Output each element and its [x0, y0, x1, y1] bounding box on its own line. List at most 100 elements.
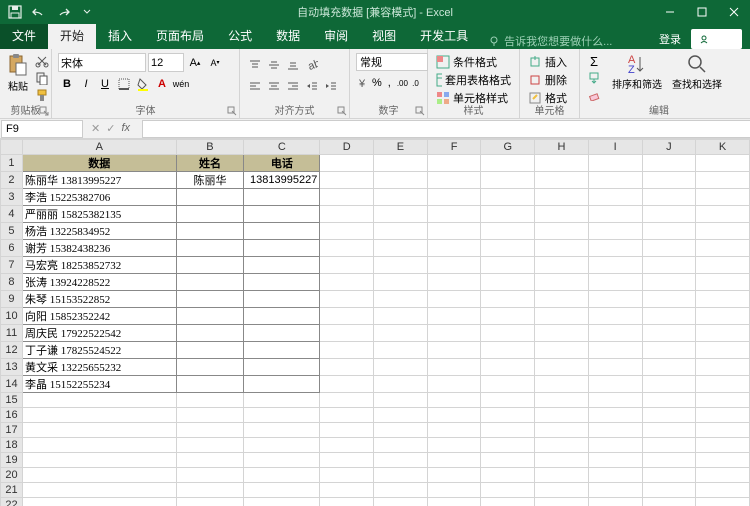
share-button[interactable]: 共享: [691, 29, 742, 49]
cell-J12[interactable]: [642, 342, 696, 359]
select-all-corner[interactable]: [1, 140, 23, 155]
cell-K18[interactable]: [696, 438, 750, 453]
cell-A19[interactable]: [22, 453, 176, 468]
cell-H1[interactable]: [535, 155, 589, 172]
cut-button[interactable]: [34, 53, 50, 69]
border-button[interactable]: [115, 75, 133, 93]
cell-C3[interactable]: [244, 189, 320, 206]
cell-G14[interactable]: [481, 376, 535, 393]
tab-review[interactable]: 审阅: [312, 23, 360, 49]
cell-I6[interactable]: [588, 240, 642, 257]
cell-B1[interactable]: 姓名: [176, 155, 244, 172]
cell-C9[interactable]: [244, 291, 320, 308]
cell-H19[interactable]: [535, 453, 589, 468]
cell-K2[interactable]: [696, 172, 750, 189]
cancel-formula-button[interactable]: ✕: [91, 122, 100, 135]
cell-C20[interactable]: [244, 468, 320, 483]
column-header-D[interactable]: D: [320, 140, 374, 155]
cell-F2[interactable]: [427, 172, 481, 189]
column-header-A[interactable]: A: [22, 140, 176, 155]
cell-C8[interactable]: [244, 274, 320, 291]
tab-view[interactable]: 视图: [360, 23, 408, 49]
cell-J11[interactable]: [642, 325, 696, 342]
column-header-C[interactable]: C: [244, 140, 320, 155]
row-header-5[interactable]: 5: [1, 223, 23, 240]
cell-A4[interactable]: 严丽丽 15825382135: [22, 206, 176, 223]
row-header-8[interactable]: 8: [1, 274, 23, 291]
increase-indent-button[interactable]: [322, 77, 340, 95]
row-header-2[interactable]: 2: [1, 172, 23, 189]
align-middle-button[interactable]: [265, 56, 283, 74]
cell-E19[interactable]: [374, 453, 428, 468]
cell-G6[interactable]: [481, 240, 535, 257]
decrease-decimal-button[interactable]: .0: [410, 74, 421, 92]
cell-I22[interactable]: [588, 498, 642, 506]
cell-H14[interactable]: [535, 376, 589, 393]
cell-B14[interactable]: [176, 376, 244, 393]
align-bottom-button[interactable]: [284, 56, 302, 74]
cell-C2[interactable]: 13813995227: [244, 172, 320, 189]
cell-J13[interactable]: [642, 359, 696, 376]
cell-J14[interactable]: [642, 376, 696, 393]
cell-I8[interactable]: [588, 274, 642, 291]
decrease-indent-button[interactable]: [303, 77, 321, 95]
row-header-19[interactable]: 19: [1, 453, 23, 468]
cell-C12[interactable]: [244, 342, 320, 359]
tab-home[interactable]: 开始: [48, 23, 96, 49]
cell-J9[interactable]: [642, 291, 696, 308]
cell-A16[interactable]: [22, 408, 176, 423]
bold-button[interactable]: B: [58, 75, 76, 93]
row-header-12[interactable]: 12: [1, 342, 23, 359]
align-launcher[interactable]: [337, 106, 347, 116]
row-header-20[interactable]: 20: [1, 468, 23, 483]
cell-H9[interactable]: [535, 291, 589, 308]
align-left-button[interactable]: [246, 77, 264, 95]
cell-E1[interactable]: [374, 155, 428, 172]
row-header-7[interactable]: 7: [1, 257, 23, 274]
cell-A10[interactable]: 向阳 15852352242: [22, 308, 176, 325]
cell-C22[interactable]: [244, 498, 320, 506]
cell-B15[interactable]: [176, 393, 244, 408]
cell-G9[interactable]: [481, 291, 535, 308]
cell-G10[interactable]: [481, 308, 535, 325]
cell-E11[interactable]: [374, 325, 428, 342]
cell-B18[interactable]: [176, 438, 244, 453]
cell-B8[interactable]: [176, 274, 244, 291]
paste-button[interactable]: 粘贴: [4, 51, 32, 95]
cell-K19[interactable]: [696, 453, 750, 468]
cell-C4[interactable]: [244, 206, 320, 223]
cell-G2[interactable]: [481, 172, 535, 189]
fill-color-button[interactable]: [134, 75, 152, 93]
cell-A14[interactable]: 李晶 15152255234: [22, 376, 176, 393]
cell-F21[interactable]: [427, 483, 481, 498]
cell-G21[interactable]: [481, 483, 535, 498]
cell-I18[interactable]: [588, 438, 642, 453]
underline-button[interactable]: U: [96, 75, 114, 93]
cell-D3[interactable]: [320, 189, 374, 206]
tab-file[interactable]: 文件: [0, 23, 48, 49]
cell-H7[interactable]: [535, 257, 589, 274]
cell-J18[interactable]: [642, 438, 696, 453]
cell-C14[interactable]: [244, 376, 320, 393]
cell-D7[interactable]: [320, 257, 374, 274]
tab-layout[interactable]: 页面布局: [144, 23, 216, 49]
cell-B22[interactable]: [176, 498, 244, 506]
align-center-button[interactable]: [265, 77, 283, 95]
cell-H8[interactable]: [535, 274, 589, 291]
cell-K21[interactable]: [696, 483, 750, 498]
cell-I15[interactable]: [588, 393, 642, 408]
cell-G7[interactable]: [481, 257, 535, 274]
font-color-button[interactable]: A: [153, 75, 171, 93]
cell-I4[interactable]: [588, 206, 642, 223]
cell-F3[interactable]: [427, 189, 481, 206]
cell-D6[interactable]: [320, 240, 374, 257]
cell-J7[interactable]: [642, 257, 696, 274]
close-button[interactable]: [718, 0, 750, 24]
cell-I1[interactable]: [588, 155, 642, 172]
cell-G22[interactable]: [481, 498, 535, 506]
font-name-select[interactable]: [58, 53, 146, 72]
cell-E4[interactable]: [374, 206, 428, 223]
cell-C10[interactable]: [244, 308, 320, 325]
cell-F1[interactable]: [427, 155, 481, 172]
cell-I14[interactable]: [588, 376, 642, 393]
